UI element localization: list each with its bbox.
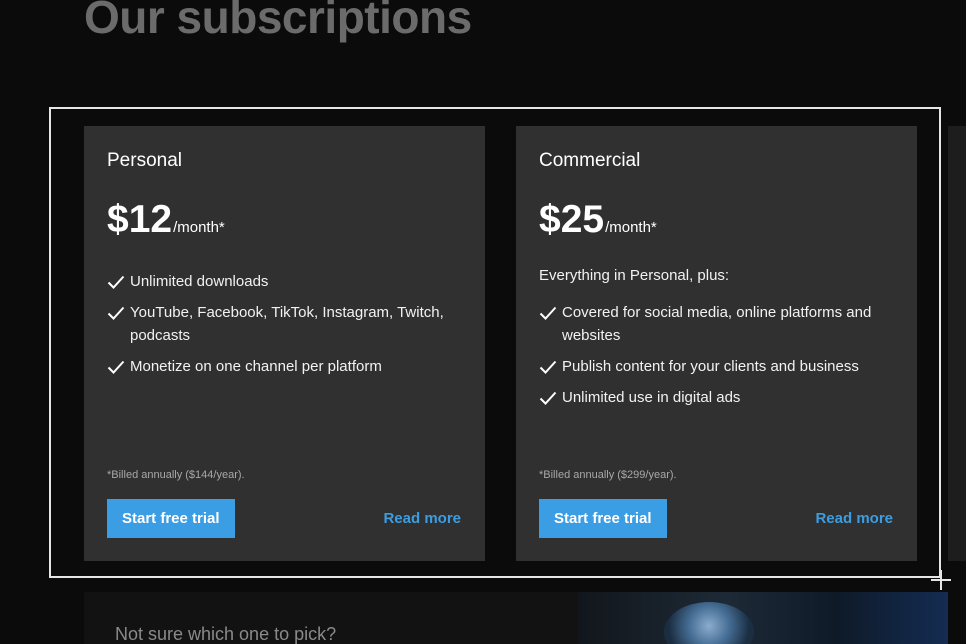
help-banner-text: Not sure which one to pick? bbox=[115, 624, 337, 644]
page-title: Our subscriptions bbox=[84, 0, 472, 43]
banner-photo bbox=[578, 592, 948, 644]
crosshair-cursor-icon bbox=[931, 570, 951, 590]
next-card-peek bbox=[948, 126, 966, 561]
selection-frame bbox=[49, 107, 941, 578]
help-banner: Not sure which one to pick? bbox=[84, 592, 948, 644]
